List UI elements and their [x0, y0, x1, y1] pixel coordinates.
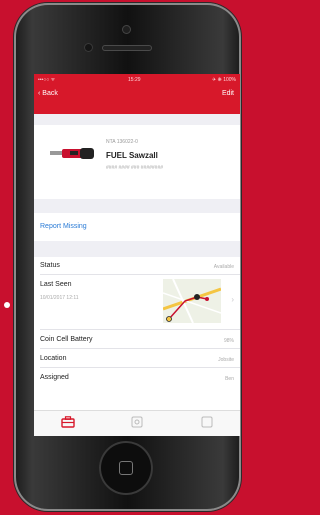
status-value: Available [213, 264, 234, 270]
battery-value: 98% [223, 338, 234, 344]
divider [40, 367, 240, 368]
earpiece-speaker [102, 45, 152, 51]
chevron-right-icon: › [231, 295, 234, 304]
location-label: Location [40, 355, 67, 362]
toolbox-icon[interactable] [61, 416, 75, 428]
battery-label: Coin Cell Battery [40, 336, 93, 343]
home-square-icon [119, 461, 133, 475]
last-seen-label: Last Seen [40, 281, 72, 288]
back-button[interactable]: ‹ Back [38, 90, 58, 97]
carrier-signal: •••○○ ᯤ [38, 77, 56, 83]
phone-frame: •••○○ ᯤ 15:29 ✈ ❋ 100% ‹ Back Edit NTA 1… [14, 3, 241, 511]
divider [40, 348, 240, 349]
location-value: Jobsite [218, 357, 234, 363]
report-missing-link[interactable]: Report Missing [40, 223, 87, 230]
product-serial: #### #### ### ######## [106, 165, 164, 171]
product-card: NTA 136022-0 FUEL Sawzall #### #### ### … [34, 125, 240, 199]
status-bar: •••○○ ᯤ 15:29 ✈ ❋ 100% [38, 77, 236, 87]
battery-indicator: ✈ ❋ 100% [212, 77, 236, 83]
front-camera [84, 43, 93, 52]
proximity-sensor [122, 25, 131, 34]
status-label: Status [40, 262, 60, 269]
status-time: 15:29 [128, 77, 141, 83]
tab-bar [34, 410, 240, 436]
edit-button[interactable]: Edit [222, 90, 234, 97]
inventory-icon[interactable] [200, 416, 214, 428]
map-pin-icon [194, 294, 200, 300]
indicator-dot [4, 302, 10, 308]
divider [40, 274, 240, 275]
divider [40, 329, 240, 330]
assigned-value: Ben [225, 376, 234, 382]
product-model: NTA 136022-0 [106, 139, 138, 145]
app-screen: •••○○ ᯤ 15:29 ✈ ❋ 100% ‹ Back Edit NTA 1… [34, 74, 240, 436]
assigned-label: Assigned [40, 374, 69, 381]
sawzall-tool-icon [50, 148, 94, 159]
navigation-bar: •••○○ ᯤ 15:29 ✈ ❋ 100% ‹ Back Edit [34, 74, 240, 114]
location-map[interactable] [163, 279, 221, 323]
product-name: FUEL Sawzall [106, 151, 158, 160]
home-button[interactable] [99, 441, 153, 495]
report-missing-row[interactable]: Report Missing [34, 213, 240, 241]
tracking-icon[interactable] [130, 416, 144, 428]
last-seen-date: 10/01/2017 12:11 [40, 295, 79, 301]
